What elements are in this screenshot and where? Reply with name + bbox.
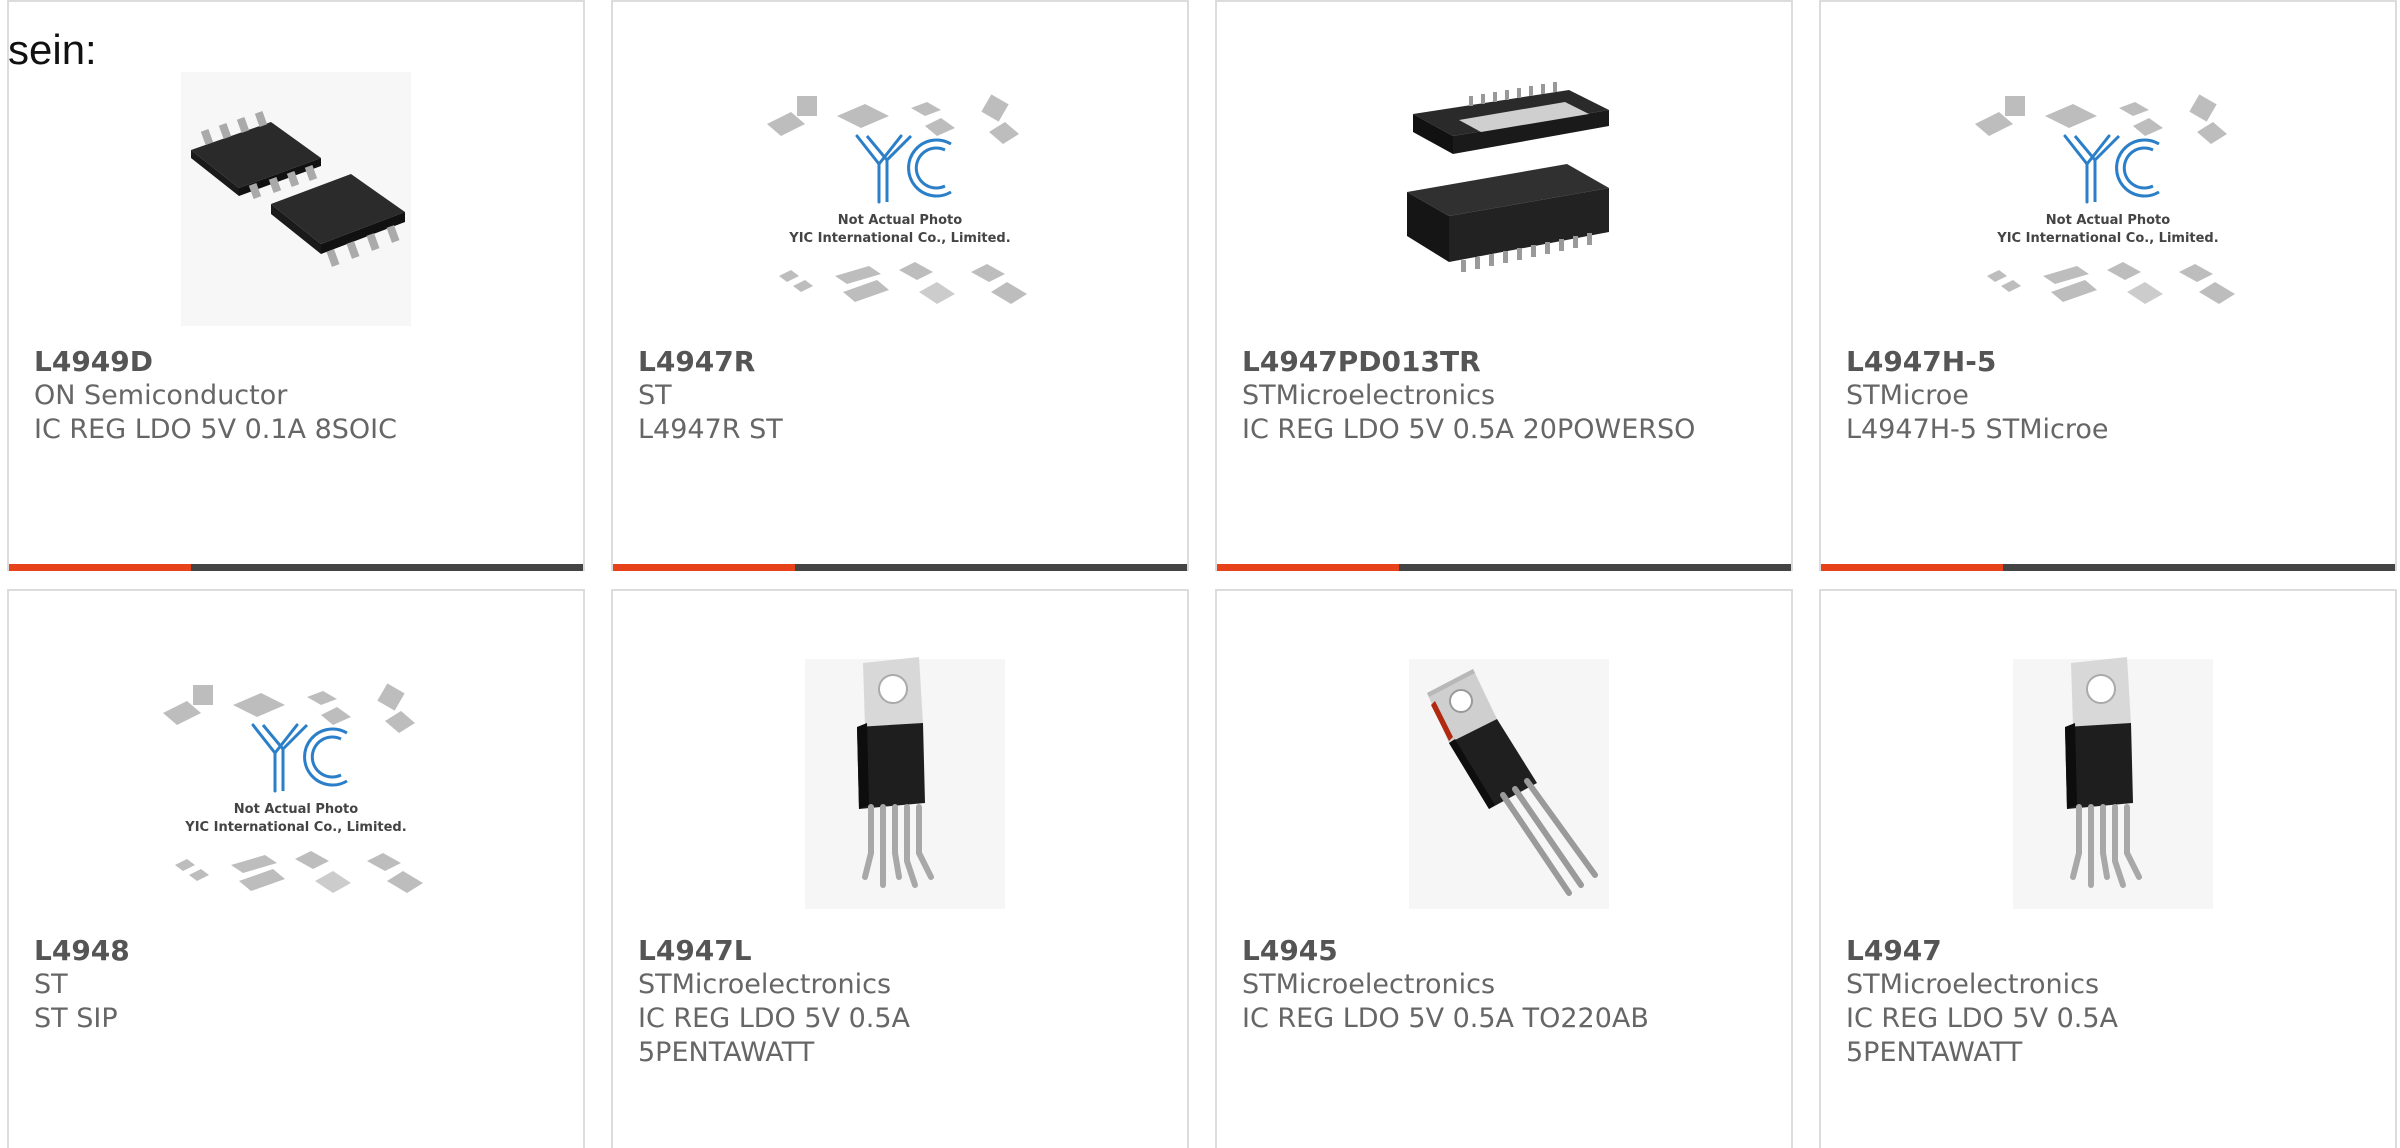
product-info: L4945 STMicroelectronics IC REG LDO 5V 0… <box>1242 934 1771 1036</box>
yic-logo-icon <box>2063 134 2160 204</box>
product-card[interactable]: L4947PD013TR STMicroelectronics IC REG L… <box>1215 0 1793 571</box>
description: IC REG LDO 5V 0.5A <box>1846 1003 2119 1034</box>
card-accent-bar <box>9 564 191 571</box>
placeholder-line2: YIC International Co., Limited. <box>184 820 406 835</box>
pentawatt-chip-icon <box>2013 657 2213 909</box>
manufacturer: STMicroelectronics <box>1242 969 1496 1000</box>
product-card[interactable]: L4949D ON Semiconductor IC REG LDO 5V 0.… <box>7 0 585 571</box>
product-card[interactable]: L4945 STMicroelectronics IC REG LDO 5V 0… <box>1215 589 1793 1148</box>
placeholder-line1: Not Actual Photo <box>838 213 962 228</box>
part-number[interactable]: L4947R <box>638 345 1167 379</box>
product-card[interactable]: L4947L STMicroelectronics IC REG LDO 5V … <box>611 589 1189 1148</box>
product-info: L4947L STMicroelectronics IC REG LDO 5V … <box>638 934 1167 1070</box>
description-continued: 5PENTAWATT <box>638 1037 815 1068</box>
part-number[interactable]: L4948 <box>34 934 563 968</box>
product-info: L4947H-5 STMicroe L4947H-5 STMicroe <box>1846 345 2375 447</box>
card-bottom-bar <box>9 564 583 571</box>
placeholder-line2: YIC International Co., Limited. <box>788 231 1010 246</box>
description: L4947R ST <box>638 414 783 445</box>
description: IC REG LDO 5V 0.1A 8SOIC <box>34 414 397 445</box>
placeholder-line1: Not Actual Photo <box>2046 213 2170 228</box>
product-card[interactable]: Not Actual Photo YIC International Co., … <box>611 0 1189 571</box>
card-accent-bar <box>1821 564 2003 571</box>
placeholder-line1: Not Actual Photo <box>234 802 358 817</box>
pentawatt-chip-icon <box>805 657 1005 909</box>
placeholder-line2: YIC International Co., Limited. <box>1996 231 2218 246</box>
description: IC REG LDO 5V 0.5A TO220AB <box>1242 1003 1649 1034</box>
product-info: L4947PD013TR STMicroelectronics IC REG L… <box>1242 345 1771 447</box>
description: L4947H-5 STMicroe <box>1846 414 2109 445</box>
card-bottom-bar <box>1217 564 1791 571</box>
product-card[interactable]: Not Actual Photo YIC International Co., … <box>7 589 585 1148</box>
manufacturer: ST <box>34 969 68 1000</box>
intro-text: sein: <box>8 26 97 73</box>
description-continued: 5PENTAWATT <box>1846 1037 2023 1068</box>
description: ST SIP <box>34 1003 118 1034</box>
yic-logo-icon <box>855 134 952 204</box>
product-grid-page: sein: L4949D ON Semiconductor IC REG LDO… <box>0 0 2400 1148</box>
not-actual-photo-placeholder: Not Actual Photo YIC International Co., … <box>163 683 423 893</box>
product-info: L4947R ST L4947R ST <box>638 345 1167 447</box>
description: IC REG LDO 5V 0.5A <box>638 1003 911 1034</box>
manufacturer: ST <box>638 380 672 411</box>
manufacturer: ON Semiconductor <box>34 380 288 411</box>
manufacturer: STMicroelectronics <box>638 969 892 1000</box>
product-info: L4948 ST ST SIP <box>34 934 563 1036</box>
manufacturer: STMicroelectronics <box>1846 969 2100 1000</box>
part-number[interactable]: L4947L <box>638 934 1167 968</box>
description: IC REG LDO 5V 0.5A 20POWERSO <box>1242 414 1696 445</box>
part-number[interactable]: L4949D <box>34 345 563 379</box>
part-number[interactable]: L4945 <box>1242 934 1771 968</box>
card-bottom-bar <box>1821 564 2395 571</box>
card-accent-bar <box>613 564 795 571</box>
card-bottom-bar <box>613 564 1187 571</box>
soic8-chip-icon <box>181 72 411 326</box>
product-info: L4949D ON Semiconductor IC REG LDO 5V 0.… <box>34 345 563 447</box>
to220-chip-icon <box>1409 659 1609 909</box>
card-accent-bar <box>1217 564 1399 571</box>
not-actual-photo-placeholder: Not Actual Photo YIC International Co., … <box>1975 94 2235 304</box>
part-number[interactable]: L4947H-5 <box>1846 345 2375 379</box>
not-actual-photo-placeholder: Not Actual Photo YIC International Co., … <box>767 94 1027 304</box>
product-info: L4947 STMicroelectronics IC REG LDO 5V 0… <box>1846 934 2375 1070</box>
yic-logo-icon <box>251 723 348 793</box>
product-card[interactable]: L4947 STMicroelectronics IC REG LDO 5V 0… <box>1819 589 2397 1148</box>
manufacturer: STMicroelectronics <box>1242 380 1496 411</box>
part-number[interactable]: L4947PD013TR <box>1242 345 1771 379</box>
manufacturer: STMicroe <box>1846 380 1969 411</box>
powerso20-chip-icon <box>1407 82 1609 272</box>
product-card[interactable]: Not Actual Photo YIC International Co., … <box>1819 0 2397 571</box>
part-number[interactable]: L4947 <box>1846 934 2375 968</box>
product-grid: L4949D ON Semiconductor IC REG LDO 5V 0.… <box>7 0 2400 1148</box>
